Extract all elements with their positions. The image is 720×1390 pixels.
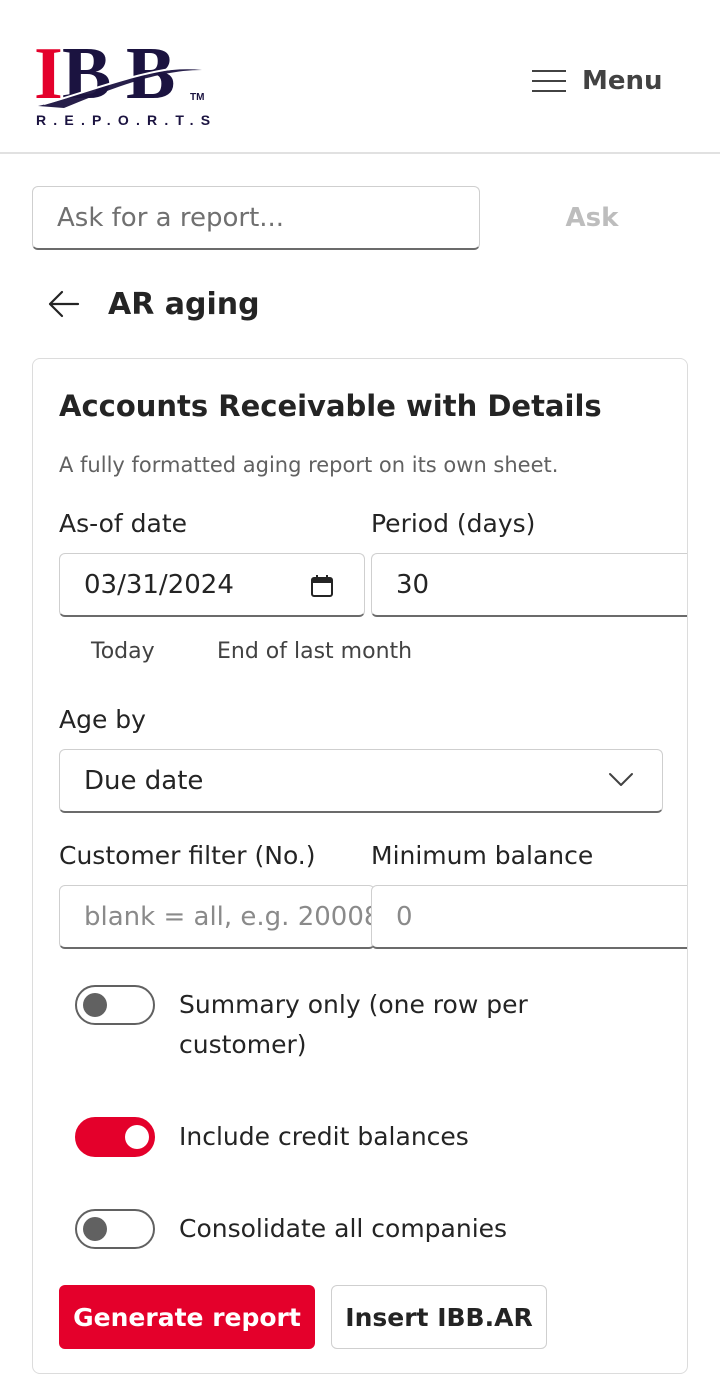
menu-label: Menu <box>582 66 663 96</box>
include-credit-row: Include credit balances <box>75 1117 559 1157</box>
arrow-left-icon[interactable] <box>44 284 84 324</box>
as-of-date-label: As-of date <box>59 509 188 538</box>
age-by-select[interactable]: Due date <box>59 749 663 813</box>
consolidate-toggle[interactable] <box>75 1209 155 1249</box>
customer-filter-input[interactable]: blank = all, e.g. 20008 <box>59 885 375 949</box>
hamburger-icon <box>532 69 566 93</box>
customer-filter-placeholder: blank = all, e.g. 20008 <box>84 901 375 932</box>
ask-report-input[interactable] <box>32 186 480 250</box>
app-header: I B B TM R.E.P.O.R.T.S Menu <box>0 0 720 154</box>
period-input[interactable]: 30 <box>371 553 687 617</box>
include-credit-toggle[interactable] <box>75 1117 155 1157</box>
report-title: Accounts Receivable with Details <box>59 389 602 423</box>
menu-button[interactable]: Menu <box>532 56 663 106</box>
include-credit-label: Include credit balances <box>179 1122 469 1151</box>
ibb-reports-logo: I B B TM R.E.P.O.R.T.S <box>34 34 210 128</box>
svg-text:R.E.P.O.R.T.S: R.E.P.O.R.T.S <box>36 112 210 128</box>
minimum-balance-placeholder: 0 <box>396 901 413 932</box>
as-of-date-value: 03/31/2024 <box>84 569 234 600</box>
minimum-balance-input[interactable]: 0 <box>371 885 687 949</box>
report-card: Accounts Receivable with Details A fully… <box>32 358 688 1374</box>
generate-report-button[interactable]: Generate report <box>59 1285 315 1349</box>
period-label: Period (days) <box>371 509 536 538</box>
period-value: 30 <box>396 569 430 600</box>
as-of-date-input[interactable]: 03/31/2024 <box>59 553 365 617</box>
minimum-balance-label: Minimum balance <box>371 841 594 870</box>
report-description: A fully formatted aging report on its ow… <box>59 453 559 477</box>
page-title: AR aging <box>108 286 260 322</box>
summary-only-toggle[interactable] <box>75 985 155 1025</box>
age-by-label: Age by <box>59 705 146 734</box>
chevron-down-icon <box>609 773 633 786</box>
ask-button[interactable]: Ask <box>540 196 644 240</box>
consolidate-row: Consolidate all companies <box>75 1209 559 1249</box>
today-shortcut[interactable]: Today <box>91 639 155 664</box>
summary-only-label: Summary only (one row per customer) <box>179 990 528 1059</box>
insert-ibb-ar-button[interactable]: Insert IBB.AR <box>331 1285 547 1349</box>
svg-text:TM: TM <box>190 92 204 103</box>
age-by-value: Due date <box>84 765 204 796</box>
summary-only-row: Summary only (one row per customer) <box>75 985 559 1065</box>
calendar-icon[interactable] <box>310 574 334 598</box>
end-of-last-month-shortcut[interactable]: End of last month <box>217 639 412 664</box>
consolidate-label: Consolidate all companies <box>179 1214 508 1243</box>
page-header: AR aging <box>44 276 260 332</box>
customer-filter-label: Customer filter (No.) <box>59 841 316 870</box>
